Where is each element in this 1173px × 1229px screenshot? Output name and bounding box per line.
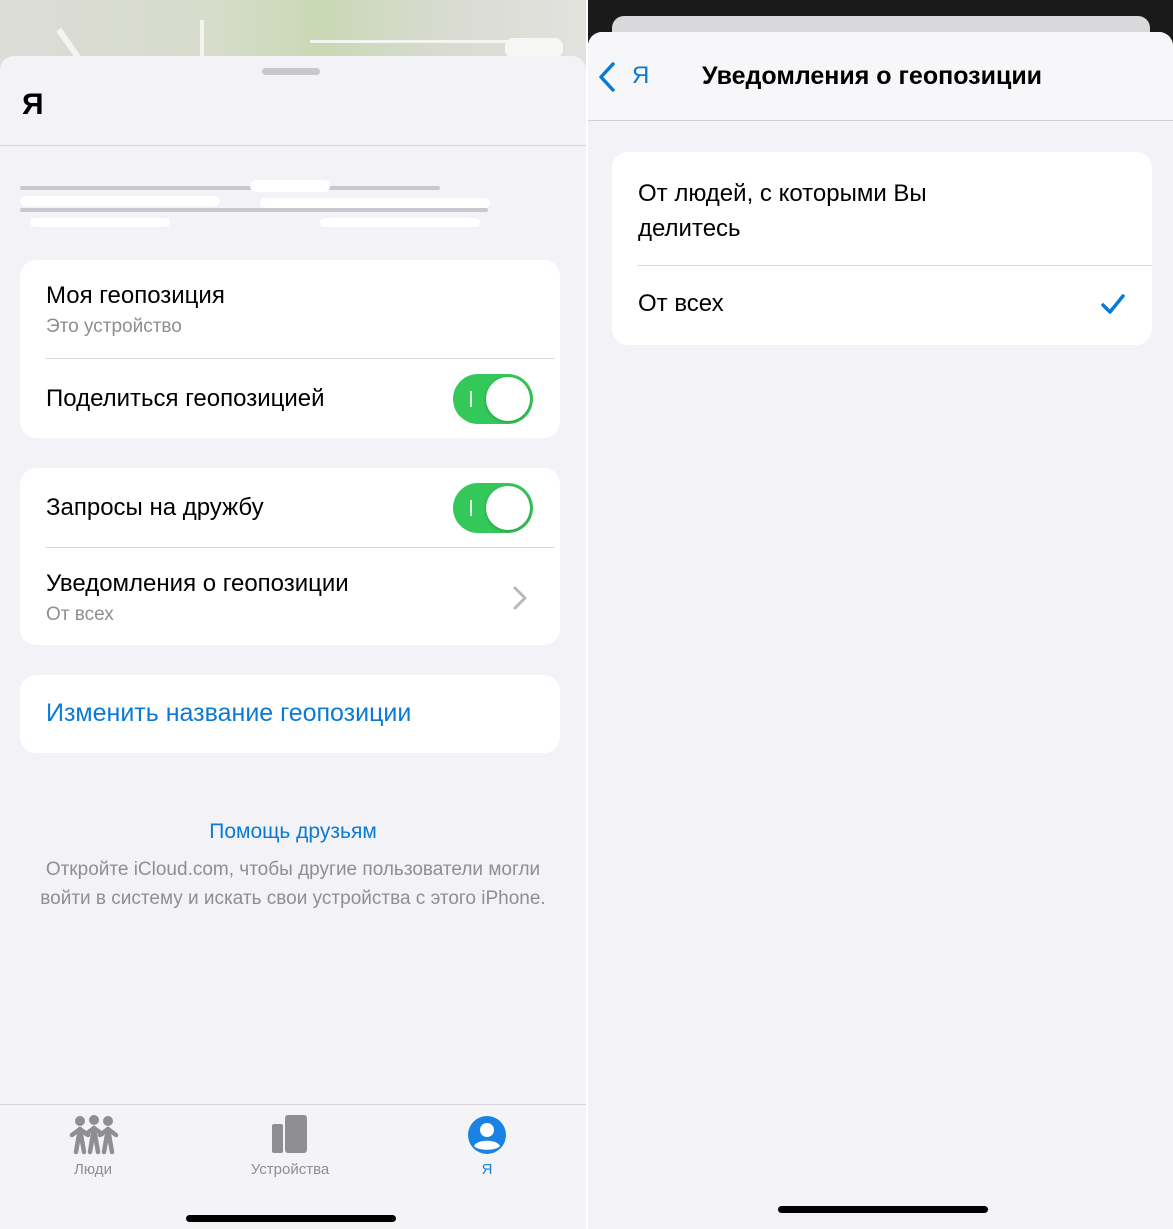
- option-sharing-people-label: От людей, с которыми Вы делитесь: [638, 180, 927, 242]
- page-title: Уведомления о геопозиции: [702, 62, 1043, 90]
- help-friends-text: Откройте iCloud.com, чтобы другие пользо…: [40, 859, 546, 909]
- share-location-label: Поделиться геопозицией: [46, 385, 325, 412]
- option-sharing-people[interactable]: От людей, с которыми Вы делитесь: [612, 152, 1152, 265]
- toggle-knob: [486, 486, 530, 530]
- friend-requests-row: Запросы на дружбу: [20, 468, 560, 547]
- checkmark-icon: [1101, 294, 1125, 314]
- option-everyone[interactable]: От всех: [612, 266, 1152, 345]
- address-line: [20, 208, 488, 212]
- friends-group: Запросы на дружбу Уведомления о геопозиц…: [20, 468, 560, 645]
- me-screen: Я Моя геопозиция Это устройство Поделить…: [0, 0, 586, 1229]
- location-alerts-row[interactable]: Уведомления о геопозиции От всех: [20, 548, 560, 645]
- friend-requests-label: Запросы на дружбу: [46, 494, 264, 521]
- tab-devices-label: Устройства: [250, 1161, 330, 1178]
- friend-requests-toggle[interactable]: [453, 483, 533, 533]
- toggle-knob: [486, 377, 530, 421]
- alerts-options: От людей, с которыми Вы делитесь От всех: [612, 152, 1152, 345]
- tab-people-label: Люди: [74, 1161, 112, 1178]
- sheet-grabber[interactable]: [262, 68, 320, 75]
- chevron-left-icon: [599, 62, 615, 92]
- tab-people[interactable]: Люди: [13, 1105, 173, 1185]
- my-location-row[interactable]: Моя геопозиция Это устройство: [20, 260, 560, 358]
- home-indicator: [186, 1215, 396, 1222]
- me-icon: [468, 1116, 506, 1154]
- redacted-address: [20, 178, 490, 230]
- tab-devices[interactable]: Устройства: [210, 1105, 370, 1185]
- redaction-mark: [30, 218, 170, 227]
- redaction-mark: [260, 198, 490, 208]
- title-separator: [0, 145, 586, 146]
- back-button[interactable]: Я: [588, 32, 678, 120]
- redaction-mark: [20, 196, 220, 206]
- help-friends-link[interactable]: Помощь друзьям: [0, 820, 586, 844]
- tab-me-label: Я: [481, 1161, 493, 1178]
- address-line: [20, 186, 440, 190]
- home-indicator: [778, 1206, 988, 1213]
- location-alerts-label: Уведомления о геопозиции: [46, 570, 349, 597]
- redaction-mark: [250, 180, 330, 192]
- location-alerts-screen: Я Уведомления о геопозиции От людей, с к…: [588, 0, 1173, 1229]
- my-location-label: Моя геопозиция: [46, 282, 225, 309]
- map-control: [505, 38, 563, 58]
- location-group: Моя геопозиция Это устройство Поделиться…: [20, 260, 560, 438]
- page-title: Я: [22, 88, 44, 121]
- toggle-on-mark: [470, 500, 472, 516]
- back-button-label: Я: [632, 62, 650, 89]
- tab-bar: Люди Устройства Я: [0, 1104, 586, 1229]
- rename-location-button[interactable]: Изменить название геопозиции: [46, 699, 411, 728]
- bottom-sheet: Я Моя геопозиция Это устройство Поделить…: [0, 56, 586, 1229]
- alerts-sheet: Я Уведомления о геопозиции От людей, с к…: [588, 32, 1173, 1229]
- navigation-bar: Я Уведомления о геопозиции: [588, 32, 1173, 121]
- toggle-on-mark: [470, 391, 472, 407]
- redaction-mark: [320, 218, 480, 227]
- tab-me[interactable]: Я: [407, 1105, 567, 1185]
- devices-icon: [272, 1115, 307, 1153]
- chevron-right-icon: [513, 586, 527, 610]
- share-location-toggle[interactable]: [453, 374, 533, 424]
- location-alerts-value: От всех: [46, 604, 114, 625]
- share-location-row: Поделиться геопозицией: [20, 359, 560, 438]
- map-road: [310, 40, 510, 43]
- option-everyone-label: От всех: [638, 290, 724, 317]
- people-icon: [69, 1115, 119, 1155]
- rename-group: Изменить название геопозиции: [20, 675, 560, 753]
- my-location-subtitle: Это устройство: [46, 316, 182, 337]
